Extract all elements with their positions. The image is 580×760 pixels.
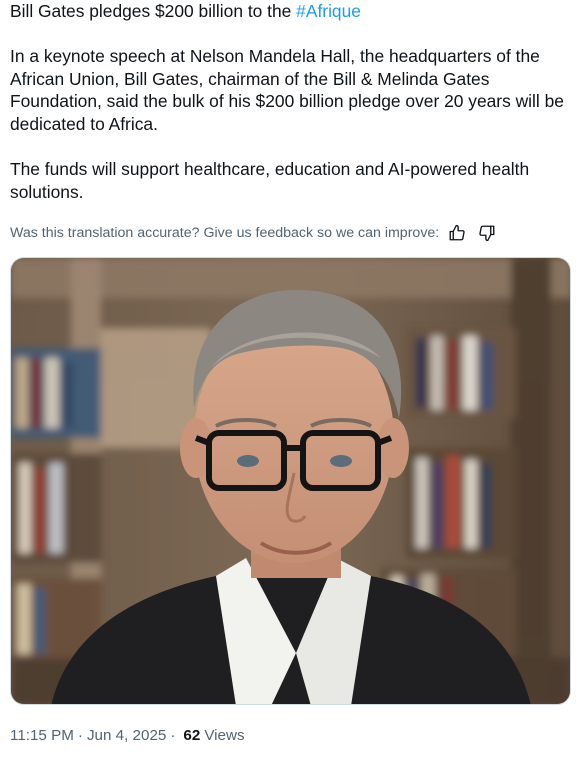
thumbs-up-button[interactable]	[445, 222, 469, 244]
thumbs-up-icon	[449, 224, 465, 241]
meta-separator-2: ·	[170, 727, 176, 744]
tweet-date[interactable]: Jun 4, 2025	[87, 727, 166, 744]
meta-separator: ·	[77, 727, 83, 744]
tweet-headline: Bill Gates pledges $200 billion to the #…	[10, 0, 575, 23]
tweet-paragraph-1: In a keynote speech at Nelson Mandela Ha…	[10, 46, 564, 134]
portrait-photo	[11, 258, 570, 704]
headline-text: Bill Gates pledges $200 billion to the	[10, 1, 297, 21]
tweet-meta: 11:15 PM · Jun 4, 2025 · 62 Views	[10, 727, 245, 744]
tweet-photo[interactable]	[10, 257, 571, 705]
views-count[interactable]: 62	[183, 727, 200, 744]
tweet-text: Bill Gates pledges $200 billion to the #…	[10, 0, 575, 203]
tweet-time[interactable]: 11:15 PM	[10, 727, 74, 744]
hashtag-link[interactable]: #Afrique	[296, 1, 361, 21]
thumbs-down-button[interactable]	[475, 222, 499, 244]
tweet-paragraph-2: The funds will support healthcare, educa…	[10, 159, 530, 202]
translation-feedback-prompt: Was this translation accurate? Give us f…	[10, 225, 440, 241]
thumbs-down-icon	[479, 225, 495, 242]
views-label: Views	[204, 727, 245, 744]
translation-feedback: Was this translation accurate? Give us f…	[10, 222, 570, 244]
